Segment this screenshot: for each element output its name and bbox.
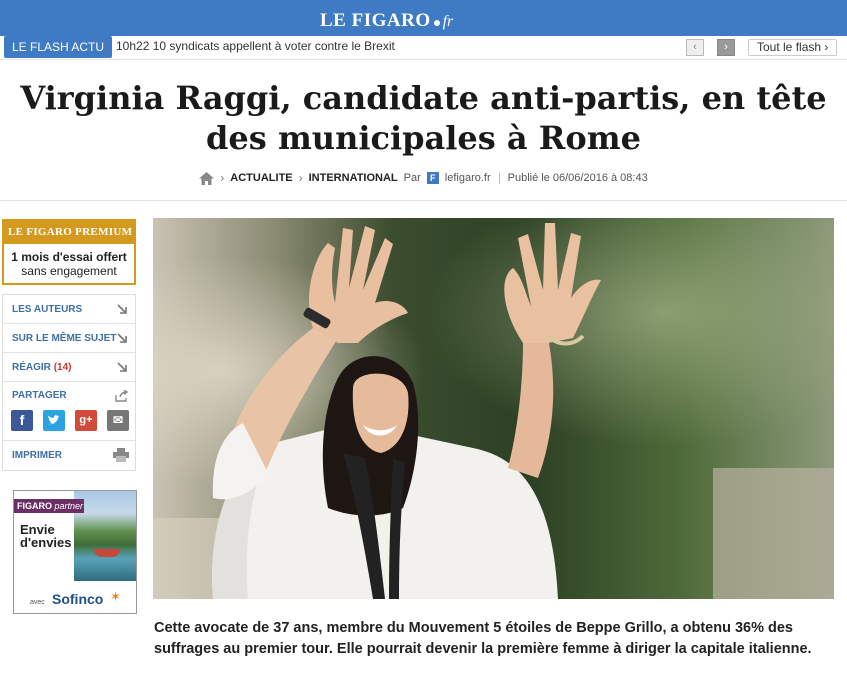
breadcrumb-international[interactable]: INTERNATIONAL [309,172,398,184]
breadcrumb: › ACTUALITE › INTERNATIONAL Par F lefiga… [0,171,847,185]
sidebar-item-label: RÉAGIR [12,362,51,373]
sidebar-item-authors[interactable]: LES AUTEURS [3,295,135,324]
home-icon[interactable] [199,171,215,185]
sofinco-logo-icon: ✶ [110,589,121,604]
sidebar-item-same-subject[interactable]: SUR LE MÊME SUJET [3,324,135,353]
logo-text: LE FIGARO [320,10,431,31]
ad-avec-text: avec [30,599,45,606]
arrow-down-right-icon [117,304,127,314]
ad-headline-line2: d'envies [20,535,72,550]
ad-headline: Envie d'envies [20,523,72,549]
flash-bar: LE FLASH ACTU 10h22 10 syndicats appelle… [0,36,847,60]
article-title-line2: des municipales à Rome [206,119,641,157]
flash-all-button[interactable]: Tout le flash › [748,39,838,56]
byline-divider [498,172,500,184]
printer-icon [113,448,129,462]
article-photo[interactable] [153,218,834,599]
chevron-right-icon: › [824,40,829,54]
article-tools-sidebar: LES AUTEURS SUR LE MÊME SUJET RÉAGIR (14… [2,294,136,471]
byline-label: Par [403,172,421,184]
flash-time: 10h22 [116,39,150,53]
publish-date: Publié le 06/06/2016 à 08:43 [507,172,648,184]
sidebar-item-label: SUR LE MÊME SUJET [12,333,117,344]
ad-brand-text: Sofinco [52,591,104,607]
google-plus-icon[interactable]: g+ [75,410,97,431]
sidebar-item-react[interactable]: RÉAGIR (14) [3,353,135,382]
article-lead: Cette avocate de 37 ans, membre du Mouve… [154,620,812,657]
sidebar-item-print[interactable]: IMPRIMER [3,441,135,470]
site-logo[interactable]: LE FIGARO fr [320,10,453,34]
sidebar-item-label: LES AUTEURS [12,304,83,315]
ad-header: FIGARO partner [14,499,84,513]
lefigaro-source-icon: F [426,172,439,184]
flash-prev-button[interactable]: ‹ [686,39,704,56]
share-buttons: f g+ ✉ [11,410,129,431]
ad-header-partner: partner [54,501,84,511]
header-divider [0,200,847,201]
flash-badge[interactable]: LE FLASH ACTU [4,36,113,58]
facebook-icon[interactable]: f [11,410,33,431]
share-section: PARTAGER f g+ ✉ [3,382,135,441]
mail-icon[interactable]: ✉ [107,410,129,431]
sidebar-item-label: IMPRIMER [12,450,62,461]
premium-header: LE FIGARO PREMIUM [4,221,134,244]
ad-header-brand: FIGARO [17,501,52,511]
flash-headline: 10 syndicats appellent à voter contre le… [152,39,395,53]
flash-all-label: Tout le flash [757,40,822,54]
logo-suffix: fr [442,13,454,30]
premium-offer-text: 1 mois d'essai offert [11,250,127,264]
figaro-partner-ad[interactable]: FIGARO partner Envie d'envies avec Sofin… [13,490,137,614]
ad-boat-shape [94,549,120,557]
flash-headline-link[interactable]: 10h22 10 syndicats appellent à voter con… [116,39,395,53]
chevron-right-icon: › [220,171,225,185]
premium-offer-box[interactable]: LE FIGARO PREMIUM 1 mois d'essai offert … [2,219,136,285]
twitter-icon[interactable] [43,410,65,431]
comment-count: (14) [53,362,72,373]
byline-source[interactable]: lefigaro.fr [445,172,491,184]
article-title-line1: Virginia Raggi, candidate anti-partis, e… [20,79,827,117]
logo-dot [433,20,440,26]
arrow-down-right-icon [117,362,127,372]
share-icon [115,390,129,402]
article-title: Virginia Raggi, candidate anti-partis, e… [20,78,827,158]
breadcrumb-actualite[interactable]: ACTUALITE [230,172,292,184]
chevron-right-icon: › [298,171,303,185]
premium-sub-text: sans engagement [21,264,117,278]
arrow-down-right-icon [117,333,127,343]
flash-next-button[interactable]: › [717,39,735,56]
